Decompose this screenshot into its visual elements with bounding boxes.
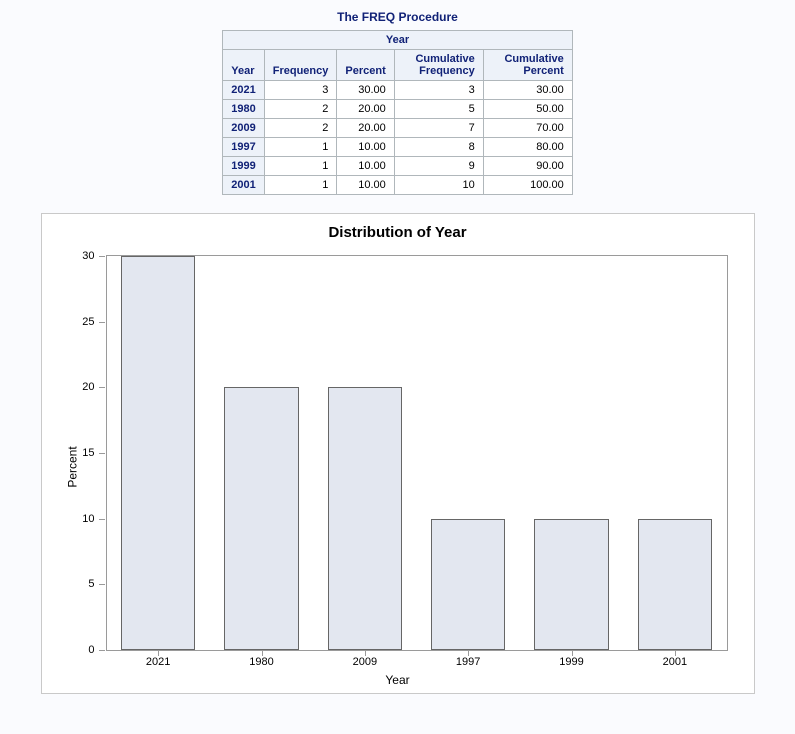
y-tick-label: 20	[82, 381, 94, 393]
chart-title: Distribution of Year	[48, 224, 748, 241]
freq-table: Year Year Frequency Percent Cumulative F…	[222, 30, 572, 195]
cell-freq: 3	[264, 81, 337, 100]
y-tick	[99, 519, 105, 520]
y-tick	[99, 650, 105, 651]
chart-body: Percent 05101520253020211980200919971999…	[48, 247, 748, 687]
table-header-row: Year Frequency Percent Cumulative Freque…	[223, 50, 572, 81]
table-row: 2021330.00330.00	[223, 81, 572, 100]
plot-area: 051015202530202119802009199719992001	[106, 255, 728, 651]
cell-cfreq: 3	[394, 81, 483, 100]
table-caption: Year	[223, 31, 572, 50]
y-tick	[99, 322, 105, 323]
bar	[328, 387, 402, 650]
cell-year: 1999	[223, 157, 264, 176]
cell-pct: 30.00	[337, 81, 394, 100]
cell-freq: 2	[264, 119, 337, 138]
table-row: 2001110.0010100.00	[223, 176, 572, 195]
cell-freq: 1	[264, 138, 337, 157]
bar	[121, 256, 195, 650]
cell-year: 2021	[223, 81, 264, 100]
cell-cpct: 90.00	[483, 157, 572, 176]
cell-freq: 1	[264, 176, 337, 195]
col-frequency: Frequency	[264, 50, 337, 81]
table-row: 1999110.00990.00	[223, 157, 572, 176]
y-tick	[99, 453, 105, 454]
y-tick-label: 5	[88, 578, 94, 590]
cell-pct: 10.00	[337, 138, 394, 157]
cell-cfreq: 9	[394, 157, 483, 176]
col-year: Year	[223, 50, 264, 81]
cell-pct: 20.00	[337, 119, 394, 138]
cell-cfreq: 10	[394, 176, 483, 195]
cell-cfreq: 8	[394, 138, 483, 157]
cell-year: 1997	[223, 138, 264, 157]
chart-panel: Distribution of Year Percent 05101520253…	[41, 213, 755, 694]
cell-pct: 10.00	[337, 176, 394, 195]
bar	[534, 519, 608, 650]
x-tick-label: 1997	[456, 656, 480, 668]
y-tick	[99, 387, 105, 388]
cell-year: 2001	[223, 176, 264, 195]
y-tick-label: 0	[88, 644, 94, 656]
cell-cpct: 80.00	[483, 138, 572, 157]
col-cum-frequency: Cumulative Frequency	[394, 50, 483, 81]
cell-year: 1980	[223, 100, 264, 119]
cell-cpct: 50.00	[483, 100, 572, 119]
col-percent: Percent	[337, 50, 394, 81]
page-title: The FREQ Procedure	[0, 0, 795, 30]
bar	[431, 519, 505, 650]
bar	[224, 387, 298, 650]
cell-pct: 20.00	[337, 100, 394, 119]
y-tick	[99, 584, 105, 585]
cell-year: 2009	[223, 119, 264, 138]
x-axis-label: Year	[48, 673, 748, 687]
bar	[638, 519, 712, 650]
table-row: 2009220.00770.00	[223, 119, 572, 138]
table-row: 1980220.00550.00	[223, 100, 572, 119]
cell-pct: 10.00	[337, 157, 394, 176]
y-axis-label: Percent	[65, 446, 79, 487]
y-tick-label: 25	[82, 316, 94, 328]
cell-cpct: 100.00	[483, 176, 572, 195]
cell-cpct: 30.00	[483, 81, 572, 100]
cell-freq: 2	[264, 100, 337, 119]
y-tick-label: 10	[82, 513, 94, 525]
x-tick-label: 1999	[559, 656, 583, 668]
x-tick-label: 2021	[146, 656, 170, 668]
table-row: 1997110.00880.00	[223, 138, 572, 157]
cell-freq: 1	[264, 157, 337, 176]
cell-cfreq: 7	[394, 119, 483, 138]
x-tick-label: 1980	[249, 656, 273, 668]
y-tick-label: 15	[82, 447, 94, 459]
y-tick	[99, 256, 105, 257]
y-tick-label: 30	[82, 250, 94, 262]
x-tick-label: 2001	[663, 656, 687, 668]
col-cum-percent: Cumulative Percent	[483, 50, 572, 81]
x-tick-label: 2009	[353, 656, 377, 668]
cell-cpct: 70.00	[483, 119, 572, 138]
cell-cfreq: 5	[394, 100, 483, 119]
